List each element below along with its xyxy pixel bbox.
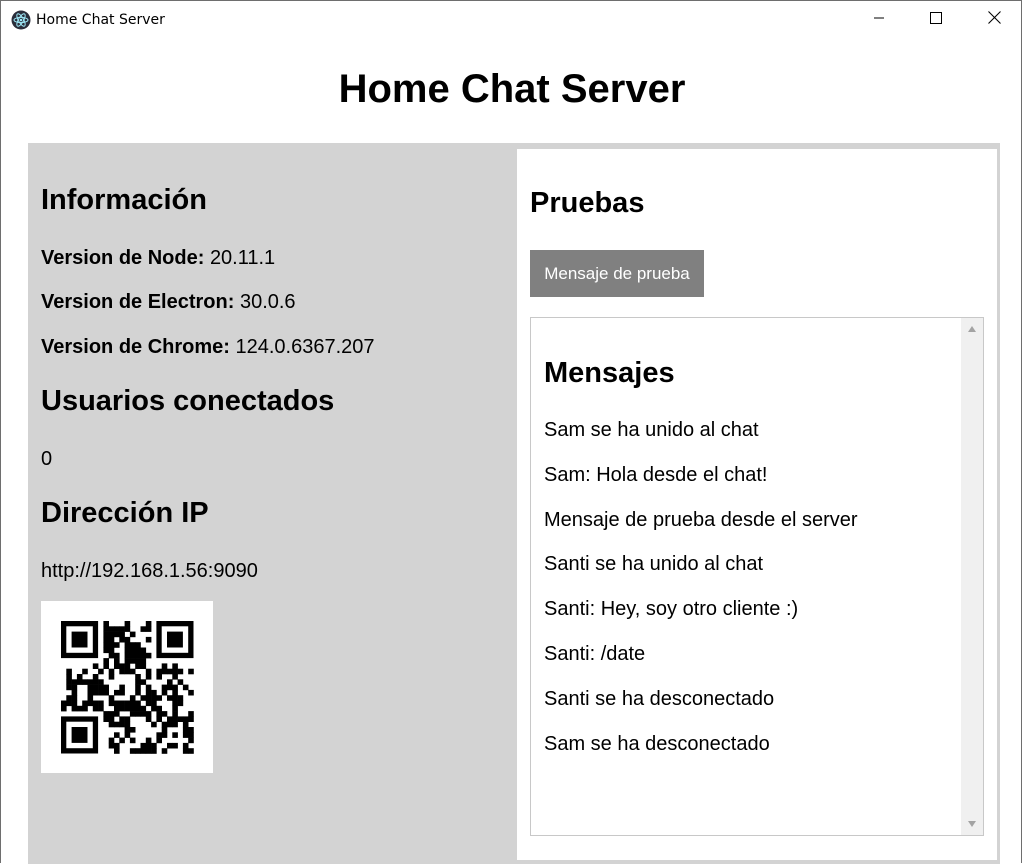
test-message-button[interactable]: Mensaje de prueba <box>530 250 704 297</box>
qr-code-image <box>41 601 213 773</box>
message-item: Sam se ha unido al chat <box>544 419 759 441</box>
window-title: Home Chat Server <box>36 12 165 28</box>
title-bar[interactable]: Home Chat Server <box>1 1 1021 39</box>
message-item: Sam: Hola desde el chat! <box>544 463 768 486</box>
messages-box[interactable]: Mensajes Sam se ha unido al chat Sam: Ho… <box>530 317 984 836</box>
tests-panel: Pruebas Mensaje de prueba Mensajes Sam s… <box>517 149 997 860</box>
scroll-down-arrow-icon <box>967 815 977 833</box>
message-item: Santi se ha unido al chat <box>544 553 764 576</box>
ip-address: http://192.168.1.56:9090 <box>41 560 258 582</box>
node-version: Version de Node: 20.11.1 <box>41 247 275 270</box>
page-title: Home Chat Server <box>338 67 686 111</box>
message-item: Santi se ha desconectado <box>544 687 775 710</box>
info-heading: Información <box>41 184 207 216</box>
chrome-version-label: Version de Chrome: <box>41 336 230 358</box>
chrome-version: Version de Chrome: 124.0.6367.207 <box>41 336 375 359</box>
node-version-label: Version de Node: <box>41 247 205 269</box>
electron-version: Version de Electron: 30.0.6 <box>41 291 296 314</box>
messages-content: Mensajes Sam se ha unido al chat Sam: Ho… <box>531 318 961 835</box>
messages-scrollbar[interactable] <box>961 318 983 835</box>
scroll-up-arrow-icon <box>967 320 977 338</box>
message-list: Sam se ha unido al chat Sam: Hola desde … <box>544 418 858 776</box>
main-container: Información Version de Node: 20.11.1 Ver… <box>28 143 1000 864</box>
electron-icon <box>11 10 31 30</box>
ip-heading: Dirección IP <box>41 497 209 529</box>
users-count: 0 <box>41 448 53 470</box>
users-heading: Usuarios conectados <box>41 385 335 417</box>
scroll-down-button[interactable] <box>961 813 983 835</box>
chrome-version-value: 124.0.6367.207 <box>235 336 375 358</box>
message-item: Santi: /date <box>544 642 646 665</box>
minimize-icon <box>873 11 885 29</box>
tests-heading: Pruebas <box>530 187 645 219</box>
close-button[interactable] <box>965 1 1022 39</box>
message-item: Sam se ha desconectado <box>544 732 770 755</box>
scroll-up-button[interactable] <box>961 318 983 340</box>
message-item: Santi: Hey, soy otro cliente :) <box>544 598 799 621</box>
node-version-value: 20.11.1 <box>209 247 276 269</box>
maximize-icon <box>930 11 942 29</box>
message-item: Mensaje de prueba desde el server <box>544 508 858 531</box>
messages-heading: Mensajes <box>544 357 675 389</box>
info-panel: Información Version de Node: 20.11.1 Ver… <box>31 146 517 864</box>
maximize-button[interactable] <box>907 1 965 39</box>
minimize-button[interactable] <box>850 1 908 39</box>
close-icon <box>987 11 1001 29</box>
electron-version-value: 30.0.6 <box>239 291 296 313</box>
app-window: Home Chat Server Home Chat Server Inform… <box>0 0 1022 864</box>
electron-version-label: Version de Electron: <box>41 291 235 313</box>
